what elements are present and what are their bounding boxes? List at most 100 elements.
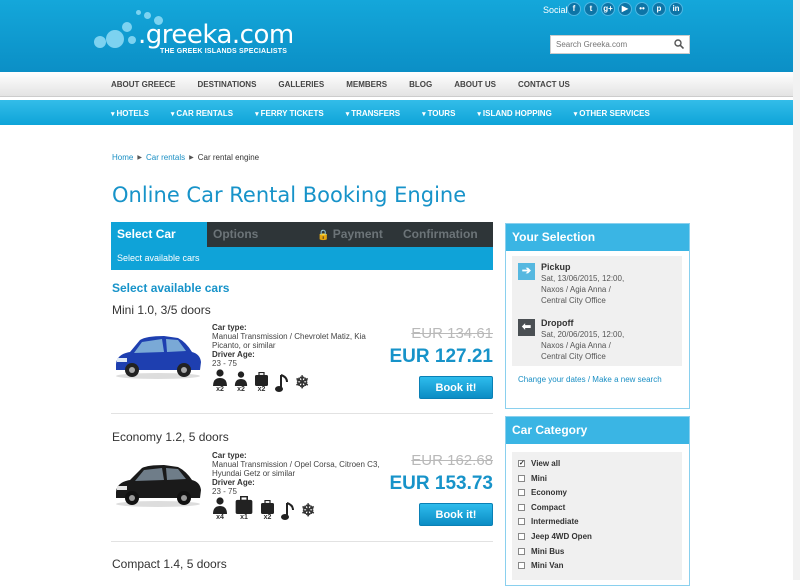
selection-links: Change your dates / Make a new search [518, 375, 662, 384]
car-features: x2 x2 x2 ❄ [212, 369, 309, 393]
driver-age-label: Driver Age: [212, 478, 255, 487]
music-note-icon [281, 502, 294, 520]
category-checkbox[interactable] [518, 474, 525, 482]
category-checkbox[interactable] [518, 547, 525, 555]
car-title: Compact 1.4, 5 doors [112, 557, 227, 571]
pickup-line: Naxos / Agia Anna / [541, 285, 611, 294]
nav-item-about-greece[interactable]: ABOUT GREECE [111, 80, 175, 89]
main-nav: ABOUT GREECE DESTINATIONS GALLERIES MEMB… [0, 72, 800, 97]
category-item[interactable]: Compact [518, 503, 565, 512]
youtube-icon[interactable]: ▶ [618, 2, 632, 16]
category-item[interactable]: ✓ View all [518, 459, 560, 468]
search-input[interactable] [551, 36, 666, 53]
pickup-line: Sat, 13/06/2015, 12:00, [541, 274, 625, 283]
search-icon[interactable] [674, 39, 684, 49]
music-note-icon [275, 374, 288, 392]
breadcrumb-car-rentals[interactable]: Car rentals [146, 153, 185, 162]
snowflake-icon: ❄ [295, 373, 310, 392]
googleplus-icon[interactable]: g+ [601, 2, 615, 16]
driver-age: 23 - 75 [212, 487, 237, 496]
flickr-icon[interactable]: •• [635, 2, 649, 16]
category-checkbox[interactable] [518, 562, 525, 570]
nav-item-galleries[interactable]: GALLERIES [278, 80, 324, 89]
passenger-count: x2 [216, 386, 224, 393]
pinterest-icon[interactable]: p [652, 2, 666, 16]
nav-item-blog[interactable]: BLOG [409, 80, 432, 89]
category-checkbox[interactable] [518, 489, 525, 497]
feature-radio [281, 501, 295, 521]
chevron-right-icon: ▶ [137, 155, 142, 161]
old-price: EUR 162.68 [411, 452, 493, 469]
category-checkbox[interactable] [518, 518, 525, 526]
section-heading: Select available cars [112, 281, 230, 295]
car-type-label: Car type: [212, 451, 247, 460]
person-icon [213, 369, 227, 386]
divider [111, 413, 493, 414]
category-label: View all [531, 459, 561, 468]
feature-aircon: ❄ [295, 373, 309, 393]
category-checkbox[interactable] [518, 533, 525, 540]
change-dates-link[interactable]: Change your dates [518, 375, 586, 384]
step-select-car: Select Car [111, 222, 207, 247]
facebook-icon[interactable]: f [567, 2, 581, 16]
large-luggage-count: x1 [240, 514, 248, 521]
services-item-ferry-tickets[interactable]: FERRY TICKETS [255, 109, 324, 118]
services-item-hotels[interactable]: HOTELS [111, 109, 148, 118]
category-checkbox[interactable] [518, 503, 525, 511]
car-type: Manual Transmission / Chevrolet Matiz, K… [212, 332, 366, 350]
lock-icon: 🔒 [317, 230, 330, 241]
person-icon [213, 497, 227, 514]
adult-count: x2 [237, 386, 245, 393]
dropoff-info: Dropoff Sat, 20/06/2015, 12:00, Naxos / … [541, 318, 624, 362]
pickup-info: Pickup Sat, 13/06/2015, 12:00, Naxos / A… [541, 262, 624, 306]
car-details: Car type: Manual Transmission / Chevrole… [212, 323, 382, 368]
step-payment: 🔒 Payment [305, 222, 397, 247]
suitcase-icon [235, 496, 253, 514]
linkedin-icon[interactable]: in [669, 2, 683, 16]
book-it-button[interactable]: Book it! [419, 503, 493, 526]
nav-item-contact-us[interactable]: CONTACT US [518, 80, 570, 89]
step-subtitle: Select available cars [111, 247, 493, 270]
category-item[interactable]: Mini [518, 474, 547, 483]
category-item[interactable]: Mini Van [518, 561, 563, 570]
site-header: .greeka.com THE GREEK ISLANDS SPECIALIST… [0, 0, 800, 72]
services-item-transfers[interactable]: TRANSFERS [346, 109, 400, 118]
nav-item-members[interactable]: MEMBERS [346, 80, 387, 89]
pickup-line: Central City Office [541, 296, 606, 305]
category-item[interactable]: Mini Bus [518, 547, 564, 556]
new-search-link[interactable]: Make a new search [592, 375, 661, 384]
arrow-left-icon: ⬅ [518, 319, 535, 336]
category-label: Economy [531, 488, 568, 498]
price: EUR 127.21 [389, 346, 493, 367]
services-item-car-rentals[interactable]: CAR RENTALS [171, 109, 233, 118]
category-checkbox[interactable]: ✓ [518, 460, 525, 467]
breadcrumb-home[interactable]: Home [112, 153, 133, 162]
driver-age-label: Driver Age: [212, 350, 255, 359]
nav-item-about-us[interactable]: ABOUT US [454, 80, 496, 89]
dropoff-line: Central City Office [541, 352, 606, 361]
category-item[interactable]: Intermediate [518, 517, 579, 526]
category-item[interactable]: Economy [518, 488, 567, 497]
car-title: Mini 1.0, 3/5 doors [112, 303, 211, 317]
category-label: Mini [531, 473, 547, 483]
services-item-other-services[interactable]: OTHER SERVICES [574, 109, 650, 118]
car-image[interactable] [112, 456, 204, 508]
category-item[interactable]: Jeep 4WD Open [518, 532, 592, 541]
category-label: Mini Van [531, 561, 564, 571]
services-item-tours[interactable]: TOURS [422, 109, 456, 118]
car-type-label: Car type: [212, 323, 247, 332]
services-item-island-hopping[interactable]: ISLAND HOPPING [477, 109, 552, 118]
feature-adults: x2 [234, 371, 248, 393]
social-label: Social [543, 5, 568, 15]
step-confirmation: Confirmation [403, 227, 478, 241]
breadcrumb: Home ▶ Car rentals ▶ Car rental engine [112, 153, 259, 162]
pickup-label: Pickup [541, 262, 571, 272]
twitter-icon[interactable]: t [584, 2, 598, 16]
passenger-count: x4 [216, 514, 224, 521]
site-logo[interactable]: .greeka.com THE GREEK ISLANDS SPECIALIST… [92, 8, 294, 64]
scrollbar[interactable] [793, 0, 800, 580]
suitcase-icon [255, 372, 268, 386]
nav-item-destinations[interactable]: DESTINATIONS [197, 80, 256, 89]
book-it-button[interactable]: Book it! [419, 376, 493, 399]
car-image[interactable] [112, 328, 204, 380]
